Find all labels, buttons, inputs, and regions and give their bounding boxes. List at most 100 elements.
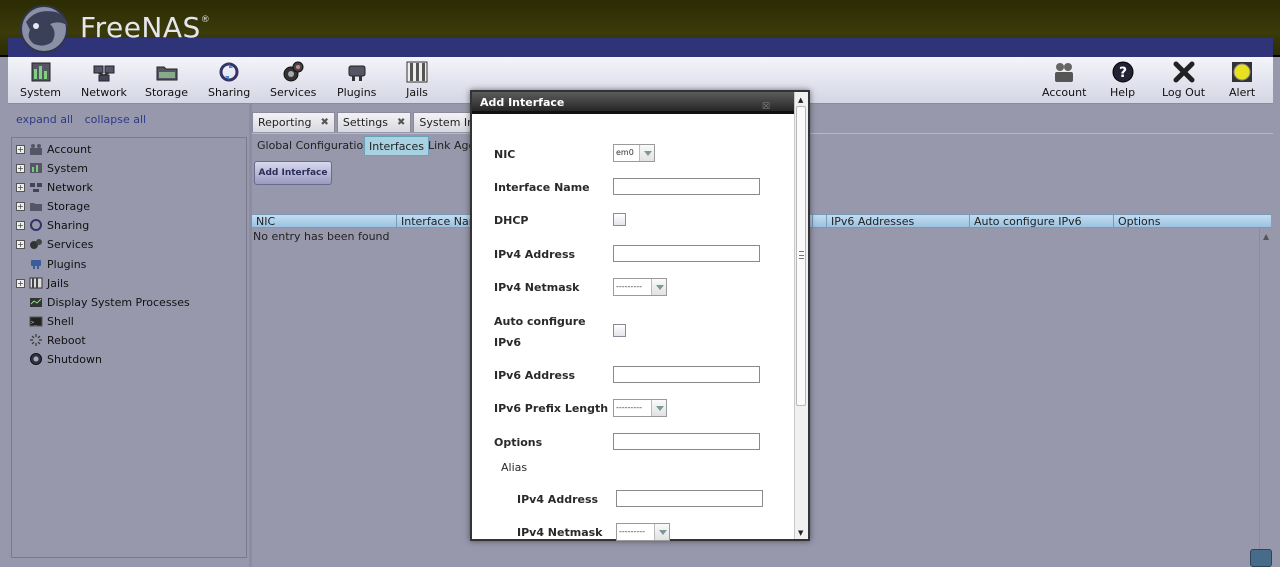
expand-plus-icon[interactable]: + xyxy=(16,163,25,173)
toolbar-plugins-button[interactable]: Plugins xyxy=(337,61,376,99)
sidebar-item-jails[interactable]: + Jails xyxy=(16,275,69,291)
toolbar-help-button[interactable]: ? Help xyxy=(1110,61,1135,99)
options-input[interactable] xyxy=(613,433,760,450)
shell-icon: >_ xyxy=(29,316,43,327)
system-icon xyxy=(31,62,51,82)
expand-plus-icon[interactable]: + xyxy=(16,278,25,288)
collapse-all-link[interactable]: collapse all xyxy=(85,113,146,126)
toolbar-storage-button[interactable]: Storage xyxy=(145,61,188,99)
nic-select[interactable]: em0 xyxy=(613,144,655,162)
ipv6-address-input[interactable] xyxy=(613,366,760,383)
main-tabs: Reporting ✖ Settings ✖ System Infor xyxy=(252,112,487,132)
logout-icon xyxy=(1173,61,1195,83)
nic-select-value: em0 xyxy=(616,148,634,157)
grid-scrollbar[interactable]: ▲ xyxy=(1259,228,1273,567)
sidebar-item-storage[interactable]: + Storage xyxy=(16,198,90,214)
ipv6-prefix-length-label: IPv6 Prefix Length xyxy=(494,402,609,415)
chevron-down-icon xyxy=(651,279,666,295)
alias-ipv4-netmask-select-value: --------- xyxy=(619,527,645,536)
add-interface-button[interactable]: Add Interface xyxy=(254,161,332,185)
toolbar-logout-button[interactable]: Log Out xyxy=(1162,61,1205,99)
sidebar-item-label: Shutdown xyxy=(47,352,102,366)
nic-label: NIC xyxy=(494,148,516,161)
network-icon xyxy=(93,65,115,82)
ipv4-address-label: IPv4 Address xyxy=(494,248,576,261)
toolbar-alert-button[interactable]: Alert xyxy=(1229,61,1255,99)
toolbar-account-button[interactable]: Account xyxy=(1042,61,1086,99)
sidebar-item-system[interactable]: + System xyxy=(16,160,88,176)
grid-col-ipv6-addresses[interactable]: IPv6 Addresses xyxy=(826,215,969,228)
services-icon xyxy=(30,239,42,249)
sidebar-item-display-system-processes[interactable]: Display System Processes xyxy=(16,294,190,310)
sidebar-item-sharing[interactable]: + Sharing xyxy=(16,217,89,233)
expand-plus-icon[interactable]: + xyxy=(16,182,25,192)
toolbar-jails-button[interactable]: Jails xyxy=(406,61,428,99)
sidebar-item-label: Display System Processes xyxy=(47,295,190,309)
sidebar-item-shell[interactable]: >_ Shell xyxy=(16,313,74,329)
toolbar-alert-label: Alert xyxy=(1229,86,1256,99)
grid-col-auto-configure-ipv6[interactable]: Auto configure IPv6 xyxy=(969,215,1113,228)
storage-icon xyxy=(30,203,42,211)
account-icon xyxy=(30,144,42,155)
scroll-down-icon[interactable]: ▼ xyxy=(798,529,803,537)
scroll-thumb[interactable] xyxy=(796,106,806,406)
subtab-global-configuration[interactable]: Global Configuration xyxy=(253,136,374,156)
expand-plus-icon[interactable]: + xyxy=(16,239,25,249)
auto-configure-ipv6-checkbox[interactable] xyxy=(613,324,626,337)
grip-icon xyxy=(799,251,804,259)
sidebar-item-account[interactable]: + Account xyxy=(16,141,91,157)
sidebar-item-network[interactable]: + Network xyxy=(16,179,93,195)
tab-settings-close-icon[interactable]: ✖ xyxy=(397,117,405,128)
services-icon xyxy=(283,61,304,82)
sidebar-item-shutdown[interactable]: Shutdown xyxy=(16,351,102,367)
dialog-scrollbar[interactable]: ▲ ▼ xyxy=(794,92,808,539)
account-icon xyxy=(1055,63,1074,82)
interface-name-input[interactable] xyxy=(613,178,760,195)
alias-ipv4-netmask-label: IPv4 Netmask xyxy=(517,526,603,539)
sidebar-item-label: Plugins xyxy=(47,257,87,271)
toolbar-network-button[interactable]: Network xyxy=(81,61,127,99)
tab-reporting-close-icon[interactable]: ✖ xyxy=(320,117,328,128)
scroll-up-icon[interactable]: ▲ xyxy=(798,96,803,104)
expand-plus-icon[interactable]: + xyxy=(16,220,25,230)
plugins-icon xyxy=(348,65,366,81)
dialog-close-icon[interactable]: ☒ xyxy=(762,97,770,118)
toolbar-logout-label: Log Out xyxy=(1162,86,1206,99)
sidebar-item-reboot[interactable]: Reboot xyxy=(16,332,86,348)
grid-col-nic[interactable]: NIC xyxy=(252,215,396,228)
grid-col-interface-name[interactable]: Interface Nam xyxy=(396,215,472,228)
tab-reporting[interactable]: Reporting ✖ xyxy=(252,112,335,132)
expand-plus-icon[interactable]: + xyxy=(16,144,25,154)
tree-expand-controls: expand all collapse all xyxy=(16,113,154,126)
plugins-icon xyxy=(31,260,41,269)
sidebar-item-plugins[interactable]: Plugins xyxy=(16,256,86,272)
sidebar-item-label: System xyxy=(47,161,89,175)
sidebar-item-label: Network xyxy=(47,180,93,194)
grid-col-hidden[interactable] xyxy=(812,215,826,228)
dhcp-checkbox[interactable] xyxy=(613,213,626,226)
toolbar-system-button[interactable]: System xyxy=(20,61,61,99)
tab-reporting-label: Reporting xyxy=(258,116,312,129)
alias-ipv4-address-input[interactable] xyxy=(616,490,763,507)
dialog-title-bar[interactable]: Add Interface ☒ xyxy=(472,92,794,114)
ipv4-netmask-select[interactable]: --------- xyxy=(613,278,667,296)
expand-plus-icon[interactable]: + xyxy=(16,201,25,211)
sidebar-item-label: Shell xyxy=(47,314,74,328)
grid-col-options[interactable]: Options xyxy=(1113,215,1257,228)
ipv4-netmask-select-value: --------- xyxy=(616,282,642,291)
toolbar-services-button[interactable]: Services xyxy=(270,61,316,99)
svg-text:?: ? xyxy=(1118,65,1126,81)
ipv6-prefix-length-select[interactable]: --------- xyxy=(613,399,667,417)
toolbar-sharing-button[interactable]: Sharing xyxy=(208,61,250,99)
sidebar-item-services[interactable]: + Services xyxy=(16,236,93,252)
storage-icon xyxy=(156,66,178,81)
tab-settings[interactable]: Settings ✖ xyxy=(336,112,412,132)
ipv4-address-input[interactable] xyxy=(613,245,760,262)
expand-all-link[interactable]: expand all xyxy=(16,113,73,126)
subtab-interfaces[interactable]: Interfaces xyxy=(364,136,429,156)
taskbar-tray-icon[interactable] xyxy=(1250,549,1272,567)
sidebar-item-label: Jails xyxy=(47,276,69,290)
toolbar-jails-label: Jails xyxy=(406,86,428,99)
alias-ipv4-netmask-select[interactable]: --------- xyxy=(616,523,670,541)
scroll-up-icon[interactable]: ▲ xyxy=(1263,232,1269,241)
